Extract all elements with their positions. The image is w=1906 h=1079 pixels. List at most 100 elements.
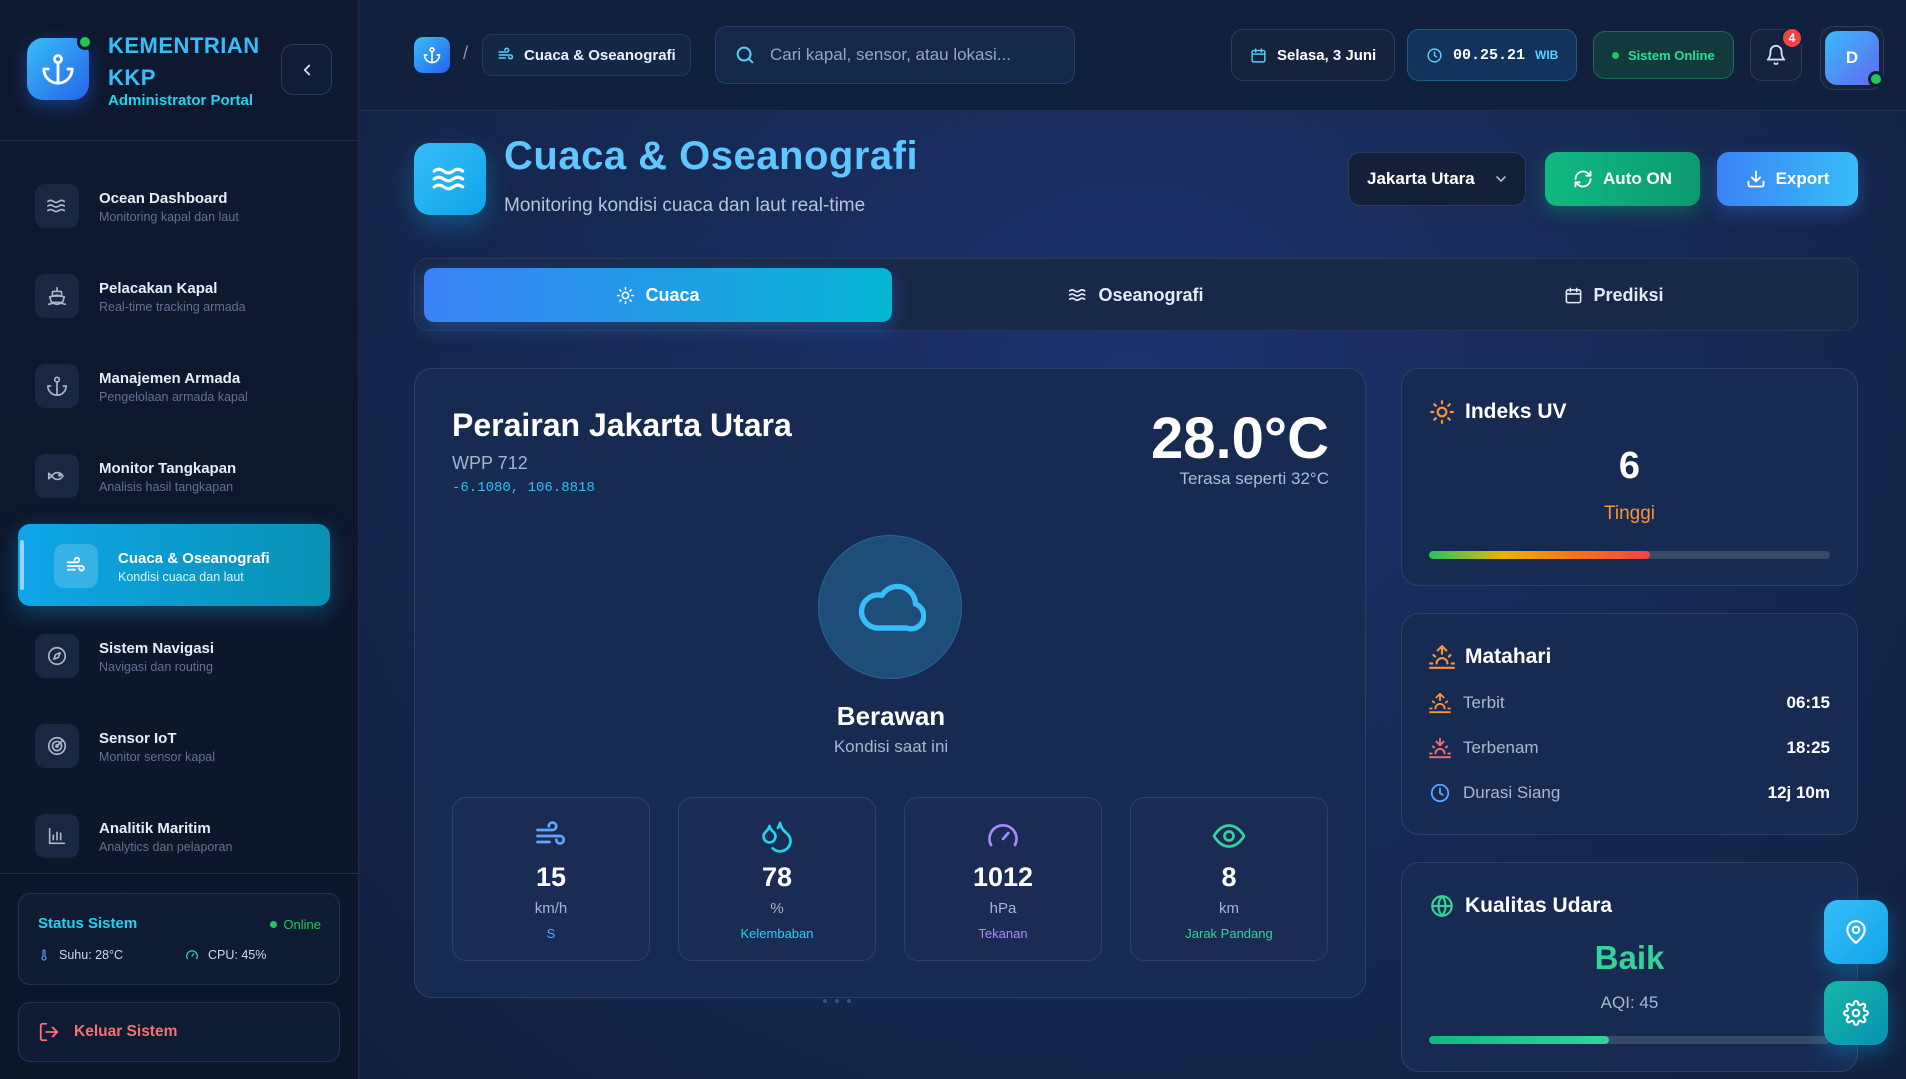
condition-badge <box>818 535 962 679</box>
sunrise-value: 06:15 <box>1786 693 1830 712</box>
search-input[interactable] <box>770 45 1040 65</box>
tab-prediksi[interactable]: Prediksi <box>1380 268 1848 322</box>
location-wpp: WPP 712 <box>452 453 528 473</box>
export-button[interactable]: Export <box>1717 152 1858 206</box>
breadcrumb-current[interactable]: Cuaca & Oseanografi <box>482 34 691 76</box>
ship-icon <box>35 274 79 318</box>
feels-like: Terasa seperti 32°C <box>1179 469 1329 488</box>
search-bar[interactable] <box>715 26 1075 84</box>
user-menu-button[interactable]: D <box>1820 26 1884 90</box>
sunset-row: Terbenam 18:25 <box>1429 737 1830 759</box>
cloud-icon <box>858 583 926 632</box>
clock-icon <box>1427 47 1442 63</box>
region-select[interactable]: Jakarta Utara <box>1348 152 1526 206</box>
droplets-icon <box>762 821 792 853</box>
daylight-label: Durasi Siang <box>1463 783 1561 802</box>
metric-unit: % <box>770 900 784 917</box>
auto-refresh-button[interactable]: Auto ON <box>1545 152 1700 206</box>
sunset-label: Terbenam <box>1463 738 1539 757</box>
metric-pressure: 1012 hPa Tekanan <box>904 797 1102 961</box>
sun-icon <box>617 286 635 304</box>
online-indicator <box>77 34 93 50</box>
fish-icon <box>35 454 79 498</box>
waves-icon <box>432 167 465 191</box>
date-display: Selasa, 3 Juni <box>1231 29 1396 81</box>
collapse-sidebar-button[interactable] <box>281 44 332 95</box>
sidebar-item-sensor-iot[interactable]: Sensor IoT Monitor sensor kapal <box>18 704 330 786</box>
map-pin-icon <box>1846 920 1866 944</box>
metric-unit: km <box>1219 900 1239 917</box>
air-title-label: Kualitas Udara <box>1465 894 1613 917</box>
wind-icon <box>498 47 514 60</box>
current-weather-card: Perairan Jakarta Utara WPP 712 -6.1080, … <box>414 368 1366 1003</box>
sunrise-row: Terbit 06:15 <box>1429 692 1830 714</box>
uv-value: 6 <box>1618 445 1641 487</box>
status-title: Status Sistem <box>38 915 138 932</box>
region-select-value: Jakarta Utara <box>1367 169 1475 188</box>
sidebar-item-subtitle: Analytics dan pelaporan <box>99 840 233 854</box>
sidebar-item-monitor-tangkapan[interactable]: Monitor Tangkapan Analisis hasil tangkap… <box>18 434 330 516</box>
location-coordinates: -6.1080, 106.8818 <box>452 480 595 496</box>
logout-label: Keluar Sistem <box>74 1023 178 1040</box>
online-dot <box>270 921 278 928</box>
calendar-icon <box>1566 287 1582 303</box>
tab-cuaca[interactable]: Cuaca <box>424 268 892 322</box>
condition-label: Berawan <box>836 701 946 731</box>
time-label: 00.25.21 <box>1453 46 1526 64</box>
logout-button[interactable]: Keluar Sistem <box>18 1002 340 1062</box>
system-status-label: Sistem Online <box>1628 47 1715 63</box>
date-label: Selasa, 3 Juni <box>1277 46 1377 64</box>
tab-label: Prediksi <box>1593 284 1664 305</box>
calendar-icon <box>1251 47 1266 63</box>
sidebar-item-ocean-dashboard[interactable]: Ocean Dashboard Monitoring kapal dan lau… <box>18 164 330 246</box>
sidebar-item-pelacakan-kapal[interactable]: Pelacakan Kapal Real-time tracking armad… <box>18 254 330 336</box>
uv-index-card: Indeks UV 6 Tinggi <box>1401 368 1858 586</box>
sidebar-item-cuaca-oseanografi[interactable]: Cuaca & Oseanografi Kondisi cuaca dan la… <box>18 524 330 606</box>
topbar: / Cuaca & Oseanografi Selasa, 3 Juni 00.… <box>360 0 1906 111</box>
sunset-value: 18:25 <box>1786 738 1830 757</box>
sunrise-icon <box>1429 645 1455 669</box>
search-icon <box>736 46 754 64</box>
sidebar-nav: Ocean Dashboard Monitoring kapal dan lau… <box>18 164 330 884</box>
download-icon <box>1747 170 1764 188</box>
sidebar-item-sistem-navigasi[interactable]: Sistem Navigasi Navigasi dan routing <box>18 614 330 696</box>
main-content: / Cuaca & Oseanografi Selasa, 3 Juni 00.… <box>360 0 1906 1079</box>
gauge-icon <box>186 950 198 960</box>
sidebar-item-label: Sistem Navigasi <box>99 640 215 657</box>
settings-button[interactable] <box>1824 981 1888 1045</box>
tab-oseanografi[interactable]: Oseanografi <box>902 268 1370 322</box>
sidebar-item-label: Sensor IoT <box>99 730 177 747</box>
sidebar-item-manajemen-armada[interactable]: Manajemen Armada Pengelolaan armada kapa… <box>18 344 330 426</box>
sidebar-item-analitik-maritim[interactable]: Analitik Maritim Analytics dan pelaporan <box>18 794 330 876</box>
air-quality-card: Kualitas Udara Baik AQI: 45 <box>1401 862 1858 1072</box>
brand-name: KEMENTRIAN KKP <box>108 33 260 90</box>
metric-value: 8 <box>1221 862 1237 892</box>
sun-icon <box>1430 400 1454 424</box>
tab-label: Cuaca <box>645 284 700 305</box>
metric-wind: 15 km/h S <box>452 797 650 961</box>
notifications-button[interactable]: 4 <box>1750 27 1803 81</box>
air-quality-fill <box>1429 1036 1610 1044</box>
divider <box>0 873 359 874</box>
metric-label: Jarak Pandang <box>1185 926 1273 941</box>
sidebar-item-label: Manajemen Armada <box>99 370 241 387</box>
thermometer-icon <box>41 949 47 961</box>
auto-refresh-label: Auto ON <box>1603 169 1672 188</box>
online-dot <box>1612 51 1619 59</box>
wind-icon <box>54 544 98 588</box>
condition-subtitle: Kondisi saat ini <box>833 737 949 756</box>
sidebar-item-subtitle: Navigasi dan routing <box>99 660 213 674</box>
sidebar-item-label: Analitik Maritim <box>99 820 211 837</box>
metric-unit: hPa <box>989 900 1017 917</box>
online-indicator <box>1868 71 1884 87</box>
sun-card: Matahari Terbit 06:15 Terbenam 18:25 Dur… <box>1401 613 1858 835</box>
metric-label: Tekanan <box>978 926 1028 941</box>
map-location-button[interactable] <box>1824 900 1888 964</box>
globe-icon <box>1431 894 1453 918</box>
air-quality-value: Baik <box>1594 939 1665 976</box>
refresh-icon <box>1574 170 1592 188</box>
breadcrumb-home[interactable] <box>414 37 450 73</box>
wind-icon <box>536 821 566 845</box>
metric-label: S <box>546 926 556 941</box>
chevron-down-icon <box>1495 176 1506 182</box>
